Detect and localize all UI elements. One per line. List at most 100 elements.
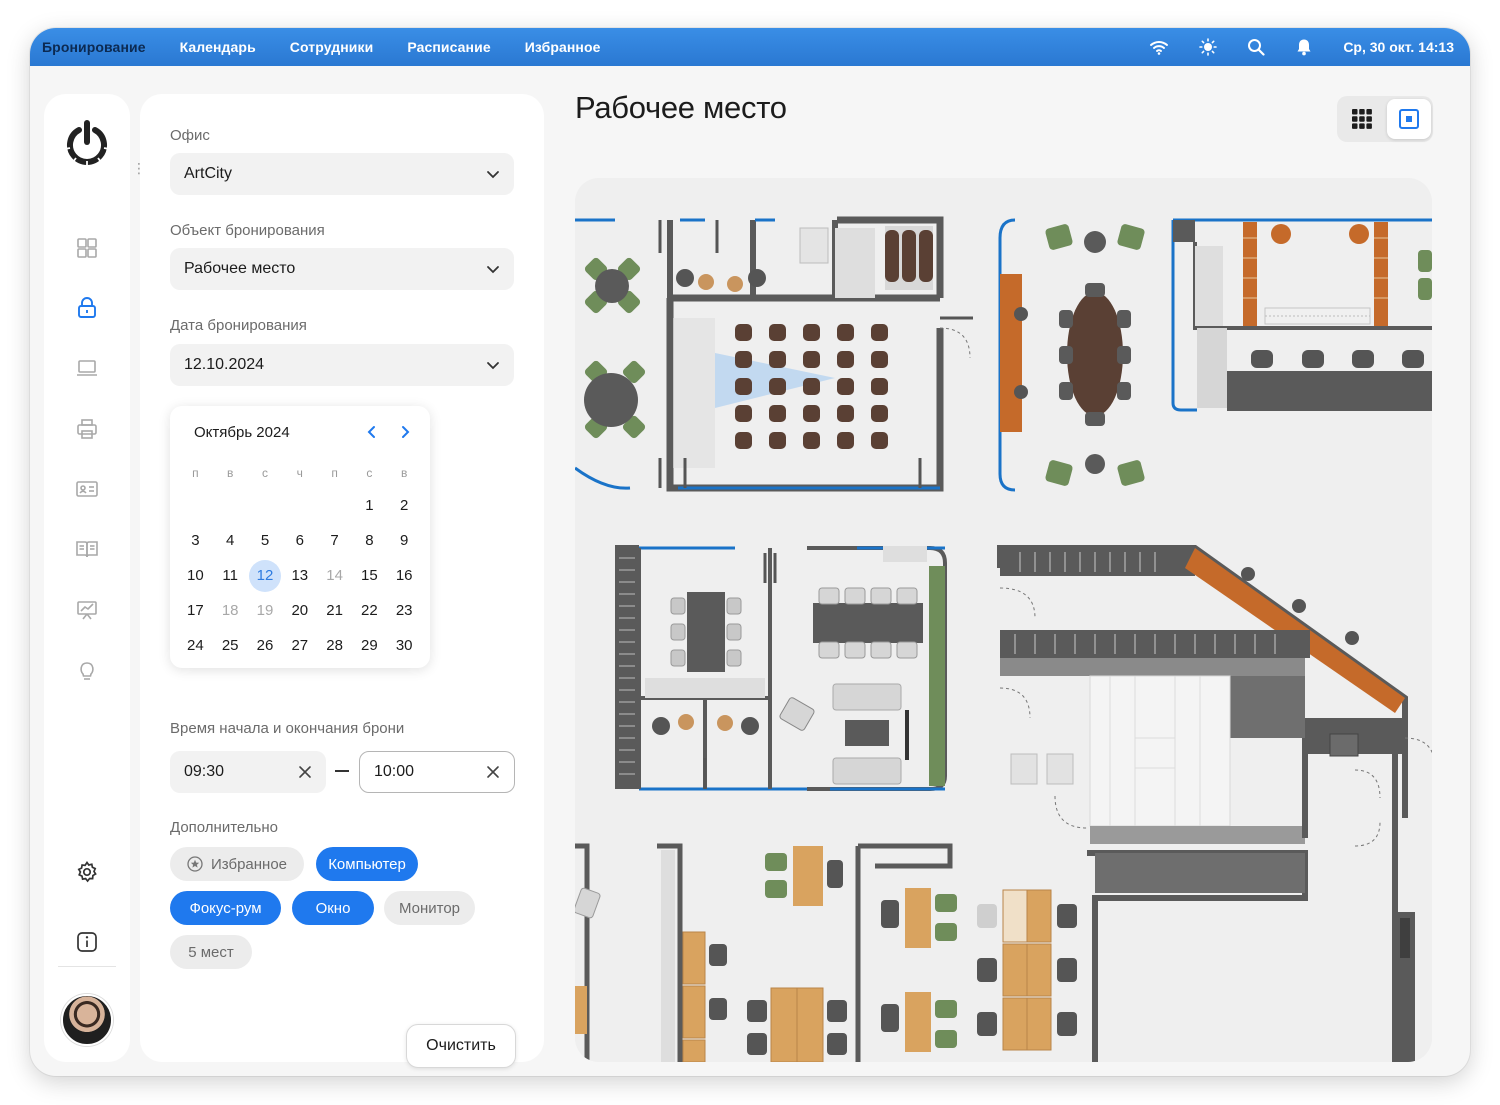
calendar-day[interactable]: 15 bbox=[352, 558, 387, 593]
calendar-day[interactable]: 4 bbox=[213, 523, 248, 558]
id-card-icon[interactable] bbox=[75, 477, 99, 501]
calendar-day[interactable]: 7 bbox=[317, 523, 352, 558]
calendar-empty-cell bbox=[178, 488, 213, 523]
start-time-field[interactable]: 09:30 bbox=[170, 751, 326, 793]
clear-button[interactable]: Очистить bbox=[406, 1024, 516, 1068]
menu-item-employees[interactable]: Сотрудники bbox=[290, 39, 374, 55]
start-time-value: 09:30 bbox=[184, 763, 225, 780]
menu-item-favorites[interactable]: Избранное bbox=[525, 39, 601, 55]
calendar-day[interactable]: 3 bbox=[178, 523, 213, 558]
datetime-label: Ср, 30 окт. 14:13 bbox=[1343, 39, 1454, 55]
object-select[interactable]: Рабочее место bbox=[170, 248, 514, 290]
calendar-day[interactable]: 22 bbox=[352, 593, 387, 628]
calendar-day[interactable]: 13 bbox=[282, 558, 317, 593]
calendar-day[interactable]: 26 bbox=[248, 628, 283, 663]
chevron-down-icon bbox=[487, 362, 499, 370]
calendar-day: 18 bbox=[221, 602, 239, 619]
conference-chair bbox=[769, 324, 786, 341]
office-label: Офис bbox=[170, 127, 210, 144]
calendar-day: 14 bbox=[326, 567, 343, 584]
presentation-icon[interactable] bbox=[75, 598, 99, 622]
calendar-day[interactable]: 6 bbox=[282, 523, 317, 558]
dashboard-icon[interactable] bbox=[75, 236, 99, 260]
calendar-day[interactable]: 17 bbox=[178, 593, 213, 628]
clear-end-icon[interactable] bbox=[486, 765, 500, 779]
lock-icon[interactable] bbox=[75, 296, 99, 320]
map-view-button[interactable] bbox=[1387, 99, 1431, 139]
prev-month-icon[interactable] bbox=[364, 423, 380, 441]
chip-focus-room-label: Фокус-рум bbox=[189, 899, 262, 917]
conference-chair bbox=[735, 351, 752, 368]
chip-focus-room[interactable]: Фокус-рум bbox=[170, 891, 281, 925]
calendar-day[interactable]: 20 bbox=[282, 593, 317, 628]
info-icon[interactable] bbox=[75, 930, 99, 954]
chevron-down-icon bbox=[487, 266, 499, 274]
calendar-day[interactable]: 30 bbox=[387, 628, 422, 663]
office-value: ArtCity bbox=[184, 165, 232, 182]
conference-chair bbox=[871, 351, 888, 368]
date-value: 12.10.2024 bbox=[184, 356, 265, 373]
search-icon[interactable] bbox=[1247, 38, 1265, 56]
laptop-icon[interactable] bbox=[75, 356, 99, 380]
conference-chair bbox=[769, 351, 786, 368]
menu-item-schedule[interactable]: Расписание bbox=[407, 39, 490, 55]
calendar-day[interactable]: 9 bbox=[387, 523, 422, 558]
book-icon[interactable] bbox=[75, 537, 99, 561]
app-logo-icon bbox=[64, 120, 110, 166]
weekday-label: в bbox=[227, 466, 234, 480]
next-month-icon[interactable] bbox=[397, 423, 413, 441]
status-area: Ср, 30 окт. 14:13 bbox=[1149, 38, 1454, 56]
calendar-day[interactable]: 25 bbox=[213, 628, 248, 663]
weekday-label: с bbox=[366, 466, 373, 480]
calendar-empty-cell bbox=[282, 488, 317, 523]
calendar-day[interactable]: 1 bbox=[352, 488, 387, 523]
chip-favorites[interactable]: Избранное bbox=[170, 847, 304, 881]
conference-chair bbox=[837, 324, 854, 341]
chip-computer[interactable]: Компьютер bbox=[316, 847, 418, 881]
date-label: Дата бронирования bbox=[170, 317, 307, 334]
date-picker: Октябрь 2024 п в с ч п с в 1 2 3 4 5 6 7 8 9 10 11 12 13 14 1… bbox=[170, 406, 430, 668]
office-select[interactable]: ArtCity bbox=[170, 153, 514, 195]
bell-icon[interactable] bbox=[1295, 38, 1313, 56]
settings-icon[interactable] bbox=[75, 860, 99, 884]
printer-icon[interactable] bbox=[75, 417, 99, 441]
lightbulb-icon[interactable] bbox=[75, 659, 99, 683]
calendar-day[interactable]: 29 bbox=[352, 628, 387, 663]
calendar-day[interactable]: 27 bbox=[282, 628, 317, 663]
menu-item-calendar[interactable]: Календарь bbox=[180, 39, 256, 55]
conference-chair bbox=[871, 324, 888, 341]
wifi-icon[interactable] bbox=[1149, 39, 1169, 55]
date-select[interactable]: 12.10.2024 bbox=[170, 344, 514, 386]
menu-item-booking[interactable]: Бронирование bbox=[42, 39, 146, 55]
conference-chair bbox=[871, 378, 888, 395]
calendar-day[interactable]: 16 bbox=[387, 558, 422, 593]
calendar-day[interactable]: 24 bbox=[178, 628, 213, 663]
chip-window[interactable]: Окно bbox=[292, 891, 374, 925]
chip-favorites-label: Избранное bbox=[210, 855, 288, 873]
calendar-day[interactable]: 21 bbox=[317, 593, 352, 628]
user-avatar[interactable] bbox=[61, 994, 113, 1046]
map-view-icon bbox=[1399, 109, 1419, 129]
calendar-day[interactable]: 28 bbox=[317, 628, 352, 663]
time-label: Время начала и окончания брони bbox=[170, 720, 405, 737]
app-window: Бронирование Календарь Сотрудники Распис… bbox=[30, 28, 1470, 1076]
chip-5-seats[interactable]: 5 мест bbox=[170, 935, 252, 969]
conference-chair bbox=[837, 432, 854, 449]
calendar-day: 19 bbox=[256, 602, 274, 619]
calendar-day[interactable]: 2 bbox=[387, 488, 422, 523]
calendar-day[interactable]: 8 bbox=[352, 523, 387, 558]
clear-start-icon[interactable] bbox=[298, 765, 312, 779]
calendar-day[interactable]: 5 bbox=[248, 523, 283, 558]
grid-view-button[interactable] bbox=[1341, 100, 1383, 138]
chip-monitor[interactable]: Монитор bbox=[384, 891, 475, 925]
end-time-field[interactable]: 10:00 bbox=[359, 751, 515, 793]
calendar-day[interactable]: 11 bbox=[213, 558, 248, 593]
filter-panel: Офис ArtCity Объект бронирования Рабочее… bbox=[140, 94, 544, 1068]
brightness-icon[interactable] bbox=[1199, 38, 1218, 56]
calendar-day[interactable]: 12 bbox=[248, 558, 283, 593]
calendar-day[interactable]: 23 bbox=[387, 593, 422, 628]
calendar-day[interactable]: 10 bbox=[178, 558, 213, 593]
chip-monitor-label: Монитор bbox=[398, 899, 461, 917]
floor-plan[interactable] bbox=[575, 178, 1432, 1062]
conference-chair bbox=[837, 378, 854, 395]
